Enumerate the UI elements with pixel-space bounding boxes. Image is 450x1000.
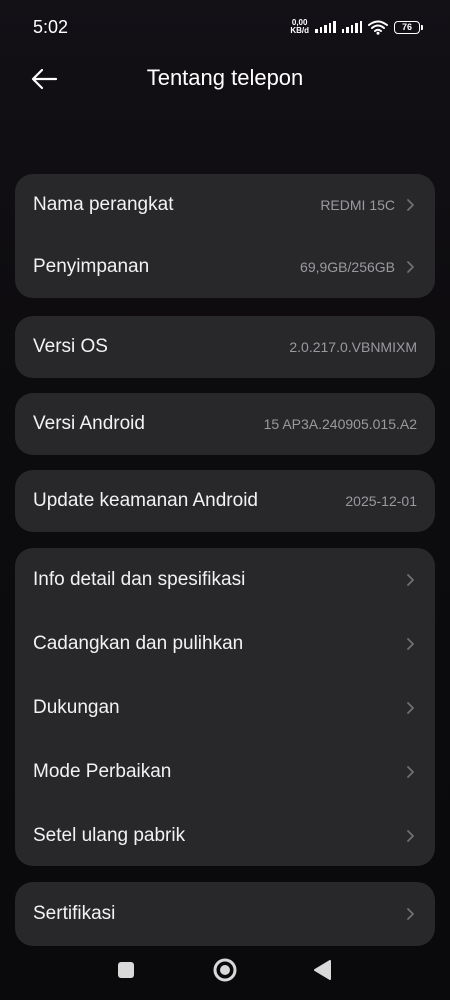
status-bar: 5:02 0,00 KB/d 76 (0, 0, 450, 56)
security-update-card: Update keamanan Android 2025-12-01 (15, 470, 435, 532)
menu-card: Info detail dan spesifikasi Cadangkan da… (15, 548, 435, 866)
row-android-version[interactable]: Versi Android 15 AP3A.240905.015.A2 (15, 393, 435, 455)
row-label: Mode Perbaikan (33, 761, 172, 782)
battery-icon: 76 (394, 20, 423, 34)
row-storage[interactable]: Penyimpanan 69,9GB/256GB (15, 236, 435, 298)
row-label: Cadangkan dan pulihkan (33, 633, 244, 654)
home-circle-icon[interactable] (211, 956, 239, 984)
row-detail-info[interactable]: Info detail dan spesifikasi (15, 548, 435, 612)
row-label: Versi OS (33, 336, 108, 357)
row-certification[interactable]: Sertifikasi (15, 882, 435, 946)
chevron-right-icon (407, 766, 414, 778)
row-value: 2025-12-01 (345, 493, 417, 509)
device-card: Nama perangkat REDMI 15C Penyimpanan 69,… (15, 174, 435, 298)
network-speed: 0,00 KB/d (290, 19, 309, 35)
row-support[interactable]: Dukungan (15, 676, 435, 740)
row-value: 2.0.217.0.VBNMIXM (289, 339, 417, 355)
chevron-right-icon (407, 574, 414, 586)
row-label: Update keamanan Android (33, 490, 258, 511)
row-backup-restore[interactable]: Cadangkan dan pulihkan (15, 612, 435, 676)
header: Tentang telepon (0, 56, 450, 102)
android-version-card: Versi Android 15 AP3A.240905.015.A2 (15, 393, 435, 455)
status-icons: 0,00 KB/d 76 (290, 16, 423, 38)
certification-card: Sertifikasi (15, 882, 435, 946)
row-label: Penyimpanan (33, 256, 150, 277)
row-os-version[interactable]: Versi OS 2.0.217.0.VBNMIXM (15, 316, 435, 378)
row-label: Info detail dan spesifikasi (33, 569, 246, 590)
back-triangle-icon[interactable] (309, 956, 337, 984)
chevron-right-icon (407, 830, 414, 842)
network-speed-unit: KB/d (290, 26, 309, 35)
chevron-right-icon (407, 908, 414, 920)
row-security-update[interactable]: Update keamanan Android 2025-12-01 (15, 470, 435, 532)
status-time: 5:02 (33, 17, 69, 37)
chevron-right-icon (407, 261, 414, 273)
navigation-bar (0, 940, 450, 1000)
row-label: Nama perangkat (33, 194, 174, 215)
recents-square-icon[interactable] (112, 956, 140, 984)
row-value: REDMI 15C (320, 197, 395, 213)
row-factory-reset[interactable]: Setel ulang pabrik (15, 804, 435, 866)
screen: 5:02 0,00 KB/d 76 Tentang telepon Nama p… (0, 0, 450, 1000)
signal-icon (341, 21, 362, 33)
row-label: Dukungan (33, 697, 120, 718)
row-label: Setel ulang pabrik (33, 825, 186, 846)
row-label: Sertifikasi (33, 903, 116, 924)
signal-icon (315, 21, 336, 33)
wifi-icon (368, 20, 388, 35)
chevron-right-icon (407, 199, 414, 211)
row-label: Versi Android (33, 413, 145, 434)
page-title: Tentang telepon (146, 65, 304, 90)
os-version-card: Versi OS 2.0.217.0.VBNMIXM (15, 316, 435, 378)
row-value: 69,9GB/256GB (300, 259, 395, 275)
row-repair-mode[interactable]: Mode Perbaikan (15, 740, 435, 804)
row-value: 15 AP3A.240905.015.A2 (263, 416, 417, 432)
chevron-right-icon (407, 638, 414, 650)
chevron-right-icon (407, 702, 414, 714)
row-device-name[interactable]: Nama perangkat REDMI 15C (15, 174, 435, 236)
